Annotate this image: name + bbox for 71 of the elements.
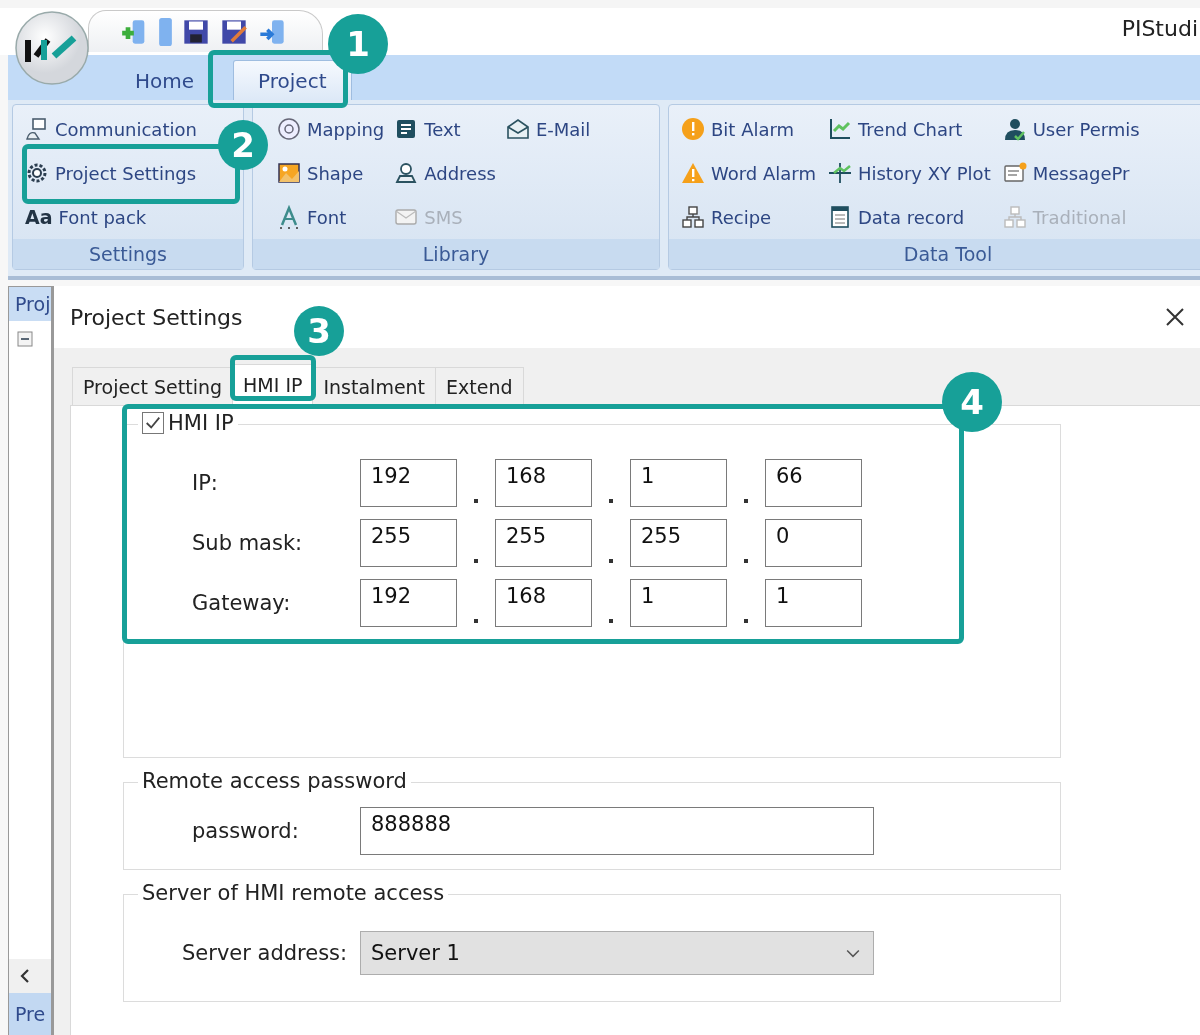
ip-octet-field[interactable]: 255	[360, 519, 457, 567]
field-label: Gateway:	[191, 591, 292, 615]
ip-octet-field[interactable]: 0	[765, 519, 862, 567]
font-glyph-icon: Aa	[25, 206, 53, 228]
warning-triangle-icon	[681, 161, 705, 185]
check-icon	[144, 414, 162, 432]
warning-circle-icon	[681, 117, 705, 141]
group-label: Settings	[89, 243, 167, 265]
field-label: Server address:	[181, 941, 349, 965]
monitor-icon	[25, 117, 49, 141]
plot-icon	[827, 161, 852, 185]
ip-octet-field[interactable]: 1	[630, 579, 727, 627]
user-icon	[1002, 117, 1027, 141]
ribbon-button[interactable]: Bit Alarm	[681, 107, 816, 151]
image-icon	[277, 161, 301, 185]
ribbon-button[interactable]: User Permis	[1002, 107, 1140, 151]
ip-octet-field[interactable]: 168	[495, 459, 592, 507]
checkbox[interactable]	[142, 412, 164, 434]
ip-octet-field[interactable]: 192	[360, 459, 457, 507]
ribbon-button[interactable]: E-Mail	[505, 107, 591, 151]
ribbon-button[interactable]: Data record	[827, 195, 991, 239]
ip-octet-field[interactable]: 255	[495, 519, 592, 567]
ribbon-button[interactable]: Shape	[277, 151, 385, 195]
save-icon	[182, 17, 210, 46]
hierarchy-icon	[1002, 205, 1027, 229]
field-label: Sub mask:	[191, 531, 304, 555]
import-icon	[258, 17, 286, 46]
group-label: Data Tool	[903, 243, 993, 265]
collapse-icon	[17, 331, 33, 347]
ribbon-button[interactable]: Text	[394, 107, 496, 151]
ribbon-button[interactable]: Communication	[25, 107, 197, 151]
app-title: PIStudi	[1121, 16, 1199, 41]
line-chart-icon	[827, 117, 852, 141]
letter-icon	[277, 205, 301, 229]
ip-octet-field[interactable]: 168	[495, 579, 592, 627]
ribbon-button[interactable]: Word Alarm	[681, 151, 816, 195]
message-icon	[1002, 161, 1027, 185]
ribbon-button[interactable]: Project Settings	[25, 151, 197, 195]
ip-octet-field[interactable]: 1	[630, 459, 727, 507]
field-label: password:	[191, 819, 300, 843]
group-title: Server of HMI remote access	[142, 881, 445, 905]
close-icon	[1164, 306, 1186, 328]
ip-octet-field[interactable]: 1	[765, 579, 862, 627]
ribbon-button[interactable]: History XY Plot	[827, 151, 991, 195]
password-field[interactable]: 888888	[360, 807, 874, 855]
ip-octet-field[interactable]: 255	[630, 519, 727, 567]
envelope-icon	[505, 117, 530, 141]
ribbon-tab[interactable]: Project	[233, 60, 352, 100]
ribbon-button[interactable]: Recipe	[681, 195, 816, 239]
ribbon-button[interactable]: Font	[277, 195, 385, 239]
field-label: IP:	[191, 471, 219, 495]
server-dropdown[interactable]: Server 1	[360, 931, 874, 975]
ribbon-button[interactable]: Address	[394, 151, 496, 195]
ribbon-button[interactable]: Mapping	[277, 107, 385, 151]
document-icon	[159, 17, 172, 46]
ribbon-tab[interactable]: Home	[110, 60, 220, 100]
ribbon-button[interactable]: Trend Chart	[827, 107, 991, 151]
location-icon	[394, 161, 419, 185]
dialog-title: Project Settings	[70, 304, 243, 330]
hierarchy-icon	[681, 205, 705, 229]
ip-octet-field[interactable]: 66	[765, 459, 862, 507]
gear-icon	[25, 161, 49, 185]
group-title: Remote access password	[142, 769, 407, 793]
disc-icon	[277, 117, 301, 141]
group-label: Library	[422, 243, 490, 265]
ribbon-button[interactable]: Aa Font pack	[25, 195, 197, 239]
save-as-icon	[220, 17, 248, 46]
dialog-tab[interactable]: Extend	[435, 367, 524, 405]
ribbon-button[interactable]: MessagePr	[1002, 151, 1140, 195]
checkbox-label: HMI IP	[168, 411, 234, 435]
ip-octet-field[interactable]: 192	[360, 579, 457, 627]
